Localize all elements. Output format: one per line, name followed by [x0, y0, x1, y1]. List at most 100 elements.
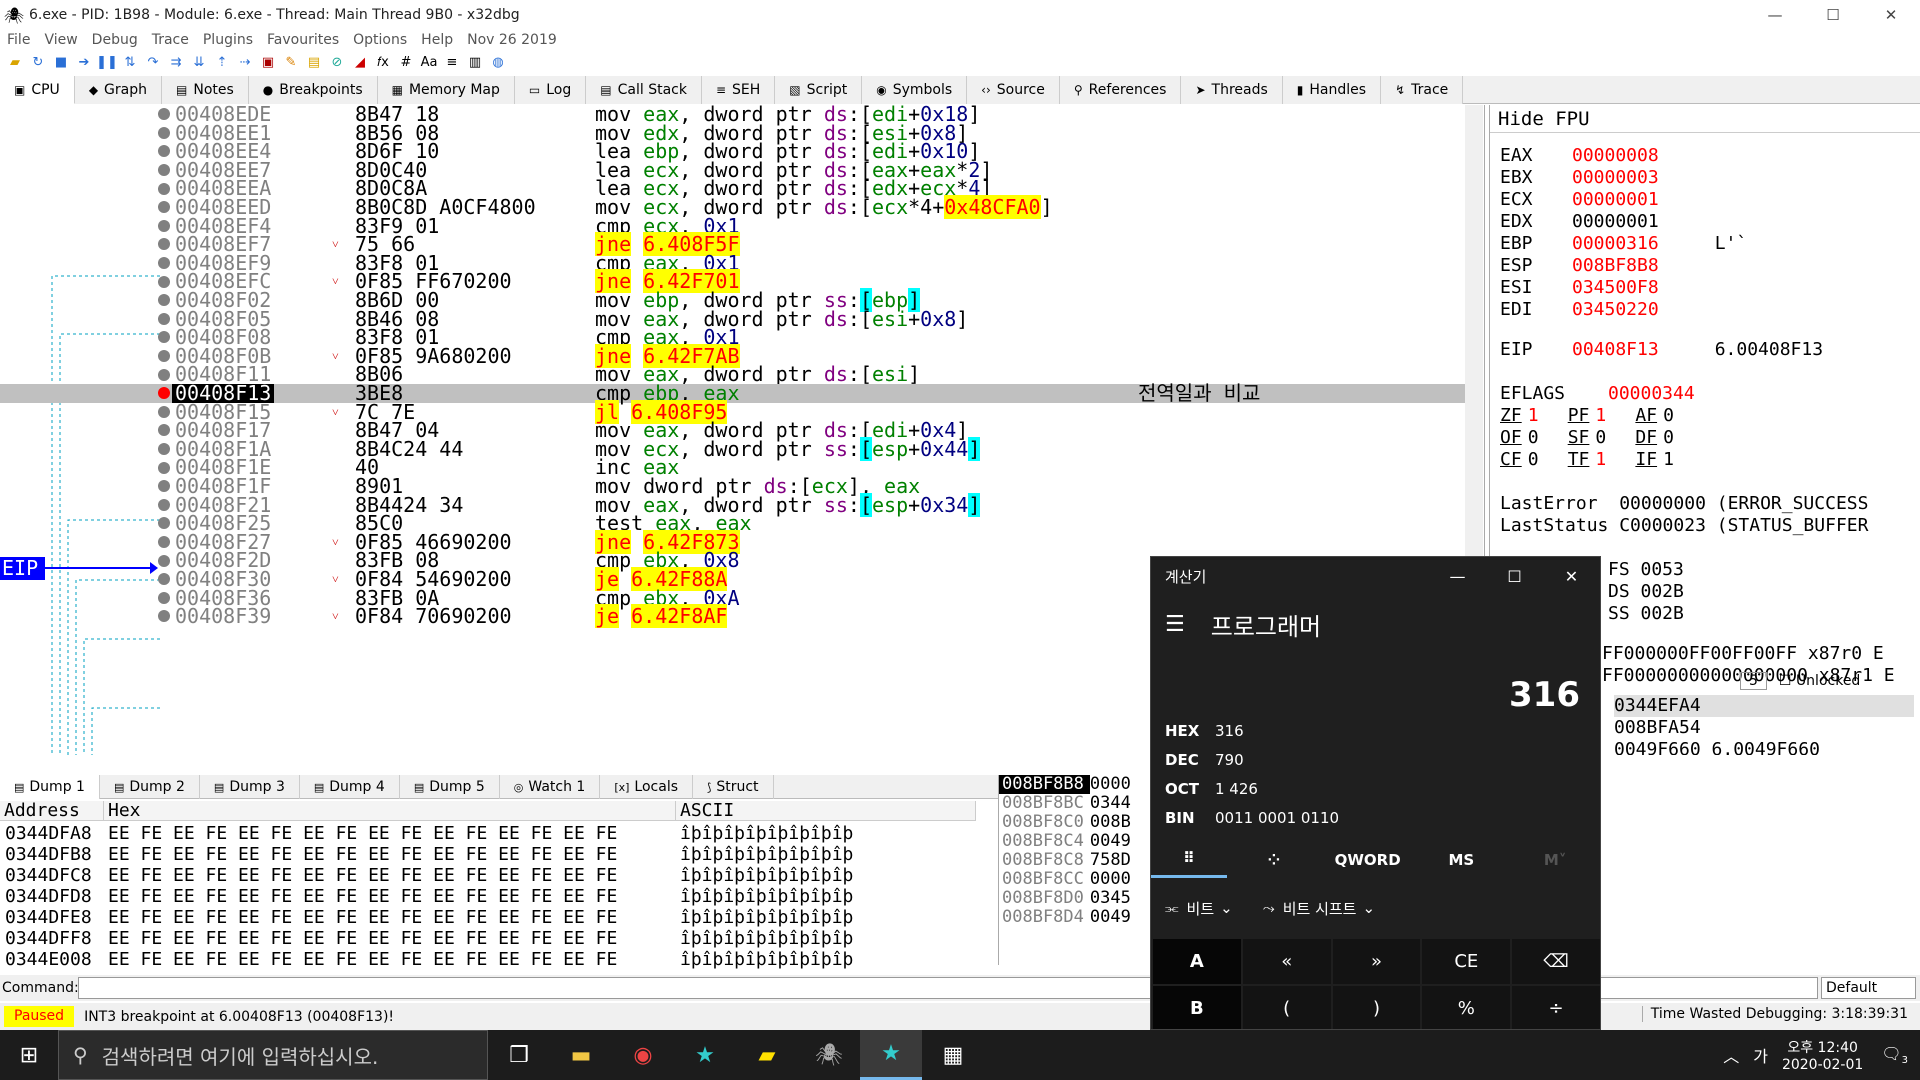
calc-close-button[interactable]: ✕ [1543, 557, 1600, 595]
breakpoint-dot[interactable] [158, 368, 170, 381]
font-icon[interactable]: Aa [418, 52, 440, 72]
bit-toggle-icon[interactable]: ⁘ [1227, 851, 1321, 869]
breakpoint-dot[interactable] [158, 461, 170, 474]
flag-value[interactable]: 0 [1657, 427, 1703, 449]
flag-name[interactable]: IF [1635, 449, 1657, 470]
calc-key-0[interactable]: A [1153, 939, 1241, 984]
step-into-icon[interactable]: ⇅ [119, 52, 141, 72]
register-value[interactable]: 00000001 [1572, 189, 1659, 210]
register-value[interactable]: 034500F8 [1572, 277, 1659, 298]
tab-trace[interactable]: ↯ Trace [1381, 76, 1464, 104]
menu-file[interactable]: File [0, 32, 37, 48]
tab-cpu[interactable]: ▣ CPU [0, 76, 75, 104]
register-value[interactable]: 03450220 [1572, 299, 1659, 320]
step-over-icon[interactable]: ↷ [142, 52, 164, 72]
calc-key-6[interactable]: ( [1242, 986, 1331, 1029]
flag-name[interactable]: AF [1635, 405, 1657, 426]
menu-view[interactable]: View [37, 32, 84, 48]
taskbar-search[interactable]: ⚲ 검색하려면 여기에 입력하십시오. [58, 1030, 488, 1080]
hamburger-menu-icon[interactable]: ☰ [1165, 612, 1185, 637]
calc-key-9[interactable]: ÷ [1512, 986, 1600, 1029]
memory-store-button[interactable]: MS [1415, 851, 1509, 869]
bit-shift-button[interactable]: 비트 시프트 [1283, 898, 1357, 919]
tab-script[interactable]: ▧ Script [775, 76, 863, 104]
keypad-icon[interactable]: ⠿ [1151, 842, 1227, 878]
register-value[interactable]: 00408F13 [1572, 339, 1659, 360]
register-value[interactable]: 008BF8B8 [1572, 255, 1659, 276]
maximize-button[interactable]: ☐ [1804, 0, 1862, 30]
register-name[interactable]: EIP [1500, 339, 1572, 361]
stack-row[interactable]: 008BF8C0 008B [999, 812, 1158, 832]
dump-row[interactable]: 0344E008 EE FE EE FE EE FE EE FE EE FE EE… [0, 949, 980, 970]
tab-threads[interactable]: ➤ Threads [1181, 76, 1283, 104]
calc-key-3[interactable]: CE [1422, 939, 1511, 984]
breakpoint-dot[interactable] [158, 424, 170, 437]
app-star-icon[interactable]: ★ [674, 1030, 736, 1080]
stack-row[interactable]: 008BF8C4 0049 [999, 831, 1158, 851]
dump-row[interactable]: 0344DFB8 EE FE EE FE EE FE EE FE EE FE EE… [0, 844, 980, 865]
breakpoint-dot[interactable] [158, 238, 170, 251]
ime-indicator[interactable]: 가 [1753, 1043, 1768, 1067]
patch-icon[interactable]: ✎ [280, 52, 302, 72]
breakpoint-dot[interactable] [158, 182, 170, 195]
trace-over-icon[interactable]: ⇊ [188, 52, 210, 72]
flag-name[interactable]: PF [1568, 405, 1590, 426]
register-value[interactable]: 00000008 [1572, 145, 1659, 166]
stack-row[interactable]: 008BF8D4 0049 [999, 907, 1158, 927]
chrome-icon[interactable]: ◉ [612, 1030, 674, 1080]
menu-help[interactable]: Help [414, 32, 460, 48]
breakpoint-dot[interactable] [158, 275, 170, 288]
flag-value[interactable]: 1 [1589, 449, 1635, 471]
menu-plugins[interactable]: Plugins [196, 32, 260, 48]
calc-minimize-button[interactable]: — [1429, 557, 1486, 595]
restart-icon[interactable]: ↻ [27, 52, 49, 72]
flag-name[interactable]: CF [1500, 449, 1522, 470]
close-button[interactable]: ✕ [1862, 0, 1920, 30]
base-dec[interactable]: DEC 790 [1165, 746, 1244, 774]
breakpoint-dot[interactable] [158, 480, 170, 493]
flag-value[interactable]: 1 [1657, 449, 1703, 471]
breakpoint-dot[interactable] [158, 108, 170, 121]
calc-key-8[interactable]: % [1422, 986, 1511, 1029]
stack-row[interactable]: 008BF8CC 0000 [999, 869, 1158, 889]
breakpoint-dot[interactable] [158, 219, 170, 232]
flag-name[interactable]: ZF [1500, 405, 1522, 426]
stack-row[interactable]: 008BF8B8 0000 [999, 775, 1131, 794]
tab-symbols[interactable]: ◉ Symbols [862, 76, 968, 104]
flag-value[interactable]: 0 [1522, 449, 1568, 471]
breakpoint-dot[interactable] [158, 610, 170, 623]
register-name[interactable]: EBX [1500, 167, 1572, 189]
dump-row[interactable]: 0344DFA8 EE FE EE FE EE FE EE FE EE FE EE… [0, 823, 980, 844]
flag-name[interactable]: SF [1568, 427, 1590, 448]
calc-key-7[interactable]: ) [1332, 986, 1421, 1029]
unlocked-checkbox[interactable]: ☐ [1779, 673, 1796, 689]
kakaotalk-icon[interactable]: ▰ [736, 1030, 798, 1080]
breakpoint-dot[interactable] [158, 126, 170, 139]
tray-chevron-icon[interactable]: ︿ [1723, 1043, 1739, 1067]
tab-breakpoints[interactable]: ● Breakpoints [248, 76, 378, 104]
tab-struct[interactable]: ⟆ Struct [693, 775, 774, 799]
tab-dump-1[interactable]: ▤ Dump 1 [0, 775, 100, 799]
pause-icon[interactable]: ❚❚ [96, 52, 118, 72]
stack-view[interactable]: 008BF8B8 0000 008BF8BC 0344 008BF8C0 008B 008B… [998, 775, 1158, 965]
tab-watch-1[interactable]: ◎ Watch 1 [500, 775, 601, 799]
register-name[interactable]: EDX [1500, 211, 1572, 233]
menu-trace[interactable]: Trace [145, 32, 196, 48]
tab-memory-map[interactable]: ▦ Memory Map [377, 76, 515, 104]
register-value[interactable]: 00000316 [1572, 233, 1659, 254]
register-name[interactable]: ESI [1500, 277, 1572, 299]
base-oct[interactable]: OCT 1 426 [1165, 775, 1258, 803]
calc-maximize-button[interactable]: ☐ [1486, 557, 1543, 595]
register-value[interactable]: 00000003 [1572, 167, 1659, 188]
base-bin[interactable]: BIN 0011 0001 0110 [1165, 804, 1339, 832]
dump-row[interactable]: 0344DFE8 EE FE EE FE EE FE EE FE EE FE EE… [0, 907, 980, 928]
register-name[interactable]: EDI [1500, 299, 1572, 321]
trace-into-icon[interactable]: ⇉ [165, 52, 187, 72]
flag-value[interactable]: 1 [1522, 405, 1568, 427]
clock-time[interactable]: 오후 12:40 [1782, 1037, 1863, 1057]
app-star-active-icon[interactable]: ★ [860, 1030, 922, 1080]
breakpoint-dot[interactable] [158, 312, 170, 325]
menu-favourites[interactable]: Favourites [260, 32, 346, 48]
flag-name[interactable]: OF [1500, 427, 1522, 448]
breakpoint-dot[interactable] [158, 498, 170, 511]
